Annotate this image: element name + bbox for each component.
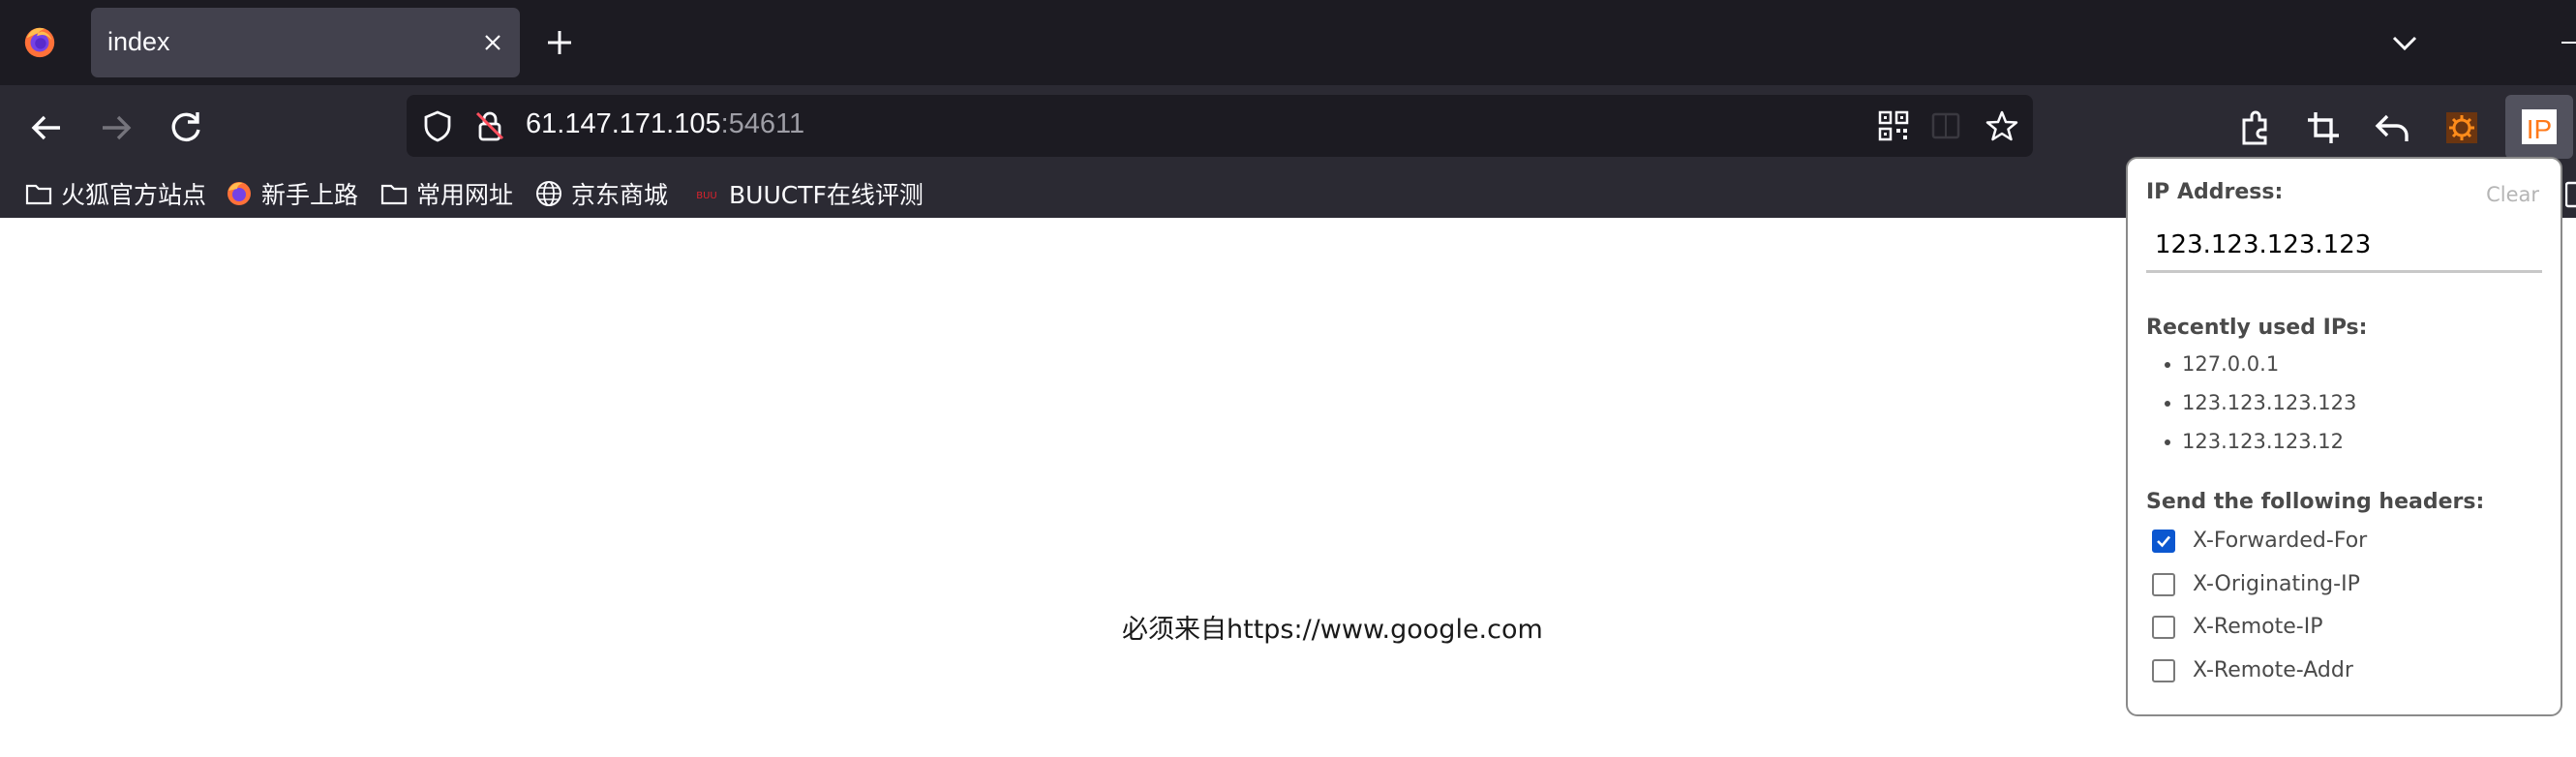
minimize-window-icon[interactable] <box>2556 25 2576 60</box>
url-text[interactable]: 61.147.171.105:54611 <box>526 108 804 140</box>
bookmark-item[interactable]: 京东商城 <box>534 176 668 211</box>
checkbox[interactable] <box>2152 572 2175 596</box>
back-arrow-icon[interactable] <box>23 105 70 151</box>
firefox-menu-icon[interactable] <box>21 23 58 60</box>
folder-icon <box>380 184 408 205</box>
overflow-panel-icon[interactable] <box>2565 181 2576 208</box>
checkbox[interactable] <box>2152 615 2175 639</box>
crop-screenshot-icon[interactable] <box>2300 105 2347 151</box>
header-option-x-originating-ip[interactable]: X-Originating-IP <box>2152 572 2360 596</box>
header-option-label: X-Remote-IP <box>2193 615 2323 639</box>
clear-button[interactable]: Clear <box>2486 183 2539 206</box>
recent-ip-item[interactable]: 127.0.0.1 <box>2146 351 2356 390</box>
bookmark-label: 常用网址 <box>416 181 514 209</box>
header-option-x-remote-addr[interactable]: X-Remote-Addr <box>2152 658 2353 682</box>
bookmark-star-icon[interactable] <box>1985 108 2019 143</box>
svg-text:IP: IP <box>2527 114 2552 144</box>
checkmark-icon <box>2157 535 2170 547</box>
ip-address-input[interactable] <box>2146 219 2542 273</box>
checkbox[interactable] <box>2152 658 2175 682</box>
header-option-label: X-Forwarded-For <box>2193 529 2368 553</box>
globe-icon <box>536 181 561 206</box>
bookmark-label: 京东商城 <box>571 181 669 209</box>
undo-arrow-icon[interactable] <box>2370 105 2416 151</box>
ip-extension-icon: IP <box>2522 109 2557 144</box>
ip-extension-button[interactable]: IP <box>2505 95 2573 159</box>
bookmark-label: 火狐官方站点 <box>61 181 207 209</box>
tab-title: index <box>107 27 170 56</box>
url-host: 61.147.171.105 <box>526 108 721 139</box>
qr-code-icon[interactable] <box>1876 108 1911 143</box>
headers-label: Send the following headers: <box>2146 490 2485 514</box>
bookmark-item[interactable]: 火狐官方站点 <box>24 176 206 211</box>
checkbox[interactable] <box>2152 529 2175 553</box>
settings-gear-extension-icon[interactable] <box>2439 105 2485 151</box>
url-bar[interactable]: 61.147.171.105:54611 <box>407 95 2033 157</box>
folder-icon <box>25 184 52 205</box>
shield-icon[interactable] <box>420 108 455 143</box>
page-message: 必须来自https://www.google.com <box>1122 615 1543 645</box>
reload-icon[interactable] <box>163 105 209 151</box>
svg-text:BUU: BUU <box>696 191 717 201</box>
ip-spoof-popup: IP Address: Clear Recently used IPs: 127… <box>2126 157 2562 716</box>
close-tab-icon[interactable] <box>479 29 506 56</box>
firefox-icon <box>227 182 251 205</box>
url-port: :54611 <box>720 108 805 139</box>
reader-view-icon <box>1931 112 1960 139</box>
tab-strip: index <box>0 0 2576 85</box>
recent-ip-item[interactable]: 123.123.123.123 <box>2146 390 2356 429</box>
bookmark-item[interactable]: 常用网址 <box>379 176 513 211</box>
new-tab-icon[interactable] <box>542 25 577 60</box>
header-option-x-forwarded-for[interactable]: X-Forwarded-For <box>2152 529 2367 553</box>
header-option-label: X-Originating-IP <box>2193 572 2360 596</box>
header-option-label: X-Remote-Addr <box>2193 658 2353 682</box>
recent-ips-list: 127.0.0.1 123.123.123.123 123.123.123.12 <box>2146 351 2356 468</box>
ip-address-label: IP Address: <box>2146 180 2284 204</box>
bookmark-label: 新手上路 <box>261 181 359 209</box>
bookmark-item[interactable]: 新手上路 <box>225 176 358 211</box>
chevron-down-icon[interactable] <box>2387 25 2422 60</box>
recent-ips-label: Recently used IPs: <box>2146 316 2368 340</box>
extensions-puzzle-icon[interactable] <box>2232 105 2279 151</box>
forward-arrow-icon <box>103 115 132 140</box>
tab-index[interactable]: index <box>91 8 520 77</box>
bookmark-item[interactable]: BUU BUUCTF在线评测 <box>692 176 924 211</box>
bookmark-label: BUUCTF在线评测 <box>729 181 924 209</box>
header-option-x-remote-ip[interactable]: X-Remote-IP <box>2152 615 2323 639</box>
recent-ip-item[interactable]: 123.123.123.12 <box>2146 429 2356 468</box>
buuctf-favicon: BUU <box>695 187 718 201</box>
insecure-lock-icon[interactable] <box>472 108 507 143</box>
